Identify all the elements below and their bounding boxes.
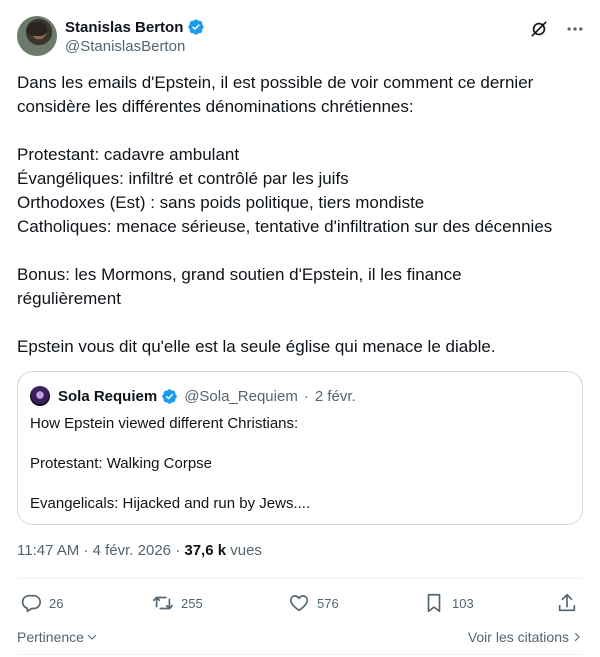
divider (17, 578, 583, 579)
tweet-line: Protestant: cadavre ambulant (17, 145, 240, 164)
quoted-date: 2 févr. (314, 387, 356, 405)
heart-icon (289, 595, 309, 612)
repost-count: 255 (181, 595, 203, 611)
tweet-line: Catholiques: menace sérieuse, tentative … (17, 217, 553, 236)
quoted-tweet[interactable]: Sola Requiem @Sola_Requiem · 2 févr. How… (17, 371, 583, 525)
like-count: 576 (317, 595, 339, 611)
author-names: Stanislas Berton @StanislasBerton (65, 17, 205, 55)
chevron-down-icon (87, 634, 96, 640)
meta-separator: · (175, 542, 181, 559)
views-label: vues (230, 542, 262, 559)
relevance-label: Pertinence (17, 629, 84, 645)
tweet-meta: 11:47 AM · 4 févr. 2026 · 37,6 k vues (17, 542, 262, 559)
grok-icon[interactable] (528, 18, 550, 40)
reply-icon (21, 594, 41, 613)
bookmark-icon (427, 593, 441, 613)
view-quotes-link[interactable]: Voir les citations (468, 629, 583, 645)
tweet-line: Évangéliques: infiltré et contrôlé par l… (17, 169, 349, 188)
tweet-date[interactable]: 4 févr. 2026 (93, 542, 171, 559)
quoted-author-handle: @Sola_Requiem (184, 387, 298, 405)
action-bar: 26 255 576 103 (20, 592, 580, 618)
tweet-footer: Pertinence Voir les citations (17, 626, 583, 648)
quoted-author-avatar (30, 386, 50, 406)
quoted-line: How Epstein viewed different Christians: (30, 415, 299, 432)
tweet-header: Stanislas Berton @StanislasBerton (17, 16, 586, 58)
meta-separator: · (83, 542, 89, 559)
verified-badge-icon (188, 19, 205, 35)
quoted-line: Protestant: Walking Corpse (30, 455, 213, 472)
author-avatar[interactable] (17, 16, 57, 56)
reply-button[interactable]: 26 (20, 592, 63, 614)
relevance-sort-dropdown[interactable]: Pertinence (17, 629, 98, 645)
quoted-separator: · (303, 387, 309, 405)
quoted-text: How Epstein viewed different Christians:… (30, 414, 310, 514)
quoted-line: Evangelicals: Hijacked and run by Jews..… (30, 495, 311, 512)
verified-badge-icon (162, 388, 177, 404)
author-handle[interactable]: @StanislasBerton (65, 38, 205, 55)
chevron-right-icon (574, 632, 580, 642)
tweet-line: régulièrement (17, 289, 121, 308)
tweet-line: Epstein vous dit qu'elle est la seule ég… (17, 337, 496, 356)
tweet-line: considère les différentes dénominations … (17, 97, 414, 116)
repost-button[interactable]: 255 (152, 592, 203, 614)
share-icon (558, 593, 576, 612)
share-button[interactable] (556, 592, 578, 614)
bookmark-button[interactable]: 103 (423, 592, 474, 614)
tweet-time[interactable]: 11:47 AM (17, 542, 79, 559)
tweet-line: Dans les emails d'Epstein, il est possib… (17, 73, 534, 92)
tweet-text: Dans les emails d'Epstein, il est possib… (17, 71, 587, 359)
repost-icon (153, 596, 173, 610)
views-count: 37,6 k (184, 542, 227, 559)
more-options-icon[interactable] (564, 18, 586, 40)
tweet-line: Orthodoxes (Est) : sans poids politique,… (17, 193, 425, 212)
bookmark-count: 103 (452, 595, 474, 611)
quotes-label: Voir les citations (467, 629, 569, 645)
like-button[interactable]: 576 (288, 592, 339, 614)
author-display-name[interactable]: Stanislas Berton (65, 19, 183, 36)
tweet-line: Bonus: les Mormons, grand soutien d'Epst… (17, 265, 462, 284)
reply-count: 26 (49, 595, 64, 611)
divider (17, 654, 583, 655)
quoted-author-display-name: Sola Requiem (58, 387, 158, 405)
